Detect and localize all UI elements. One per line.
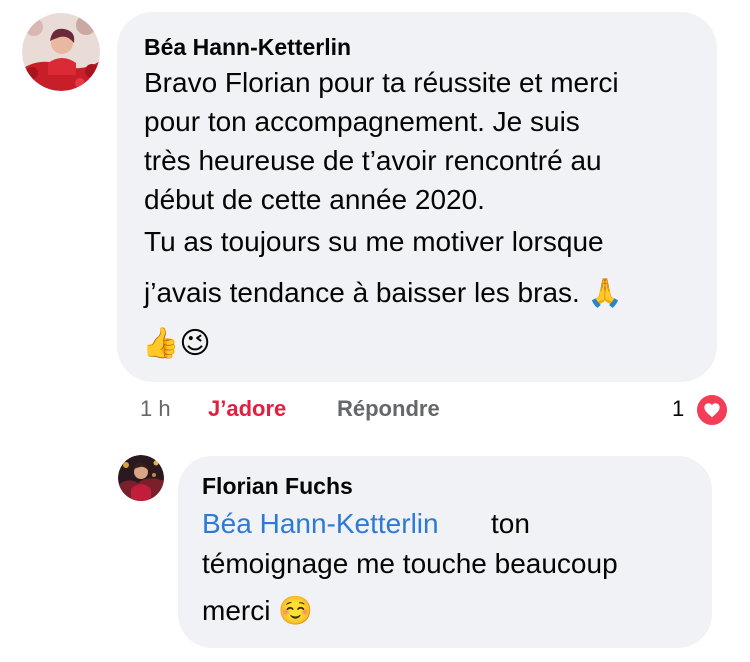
comment-emojis: 👍😉: [142, 327, 211, 360]
comment-author[interactable]: Béa Hann-Ketterlin: [144, 34, 351, 61]
comment-text-line: Tu as toujours su me motiver lorsque: [144, 226, 604, 257]
mention-link[interactable]: Béa Hann-Ketterlin: [202, 508, 439, 540]
reply-bubble: Florian Fuchs Béa Hann-Ketterlin ton tém…: [178, 456, 712, 648]
reply-author[interactable]: Florian Fuchs: [202, 473, 353, 500]
heart-icon[interactable]: [695, 393, 729, 427]
avatar-bea[interactable]: [22, 13, 100, 91]
reply-text-line: témoignage me touche beaucoup: [202, 548, 618, 579]
avatar-florian[interactable]: [118, 455, 164, 501]
comment-text-line: très heureuse de t’avoir rencontré au: [144, 145, 602, 176]
reply-text-line: ton: [491, 508, 530, 539]
comment-bubble: Béa Hann-Ketterlin Bravo Florian pour ta…: [117, 12, 717, 382]
comment-timestamp[interactable]: 1 h: [140, 396, 171, 422]
comment-text-line: début de cette année 2020.: [144, 184, 485, 215]
reaction-count[interactable]: 1: [672, 396, 684, 422]
reply-text-line: merci ☺️: [202, 595, 314, 626]
like-button[interactable]: J’adore: [208, 396, 286, 422]
comment-text-line: pour ton accompagnement. Je suis: [144, 106, 580, 137]
comment-text-line: Bravo Florian pour ta réussite et merci: [144, 67, 619, 98]
comment-text-line: j’avais tendance à baisser les bras. 🙏: [144, 277, 623, 308]
reply-button[interactable]: Répondre: [337, 396, 440, 422]
